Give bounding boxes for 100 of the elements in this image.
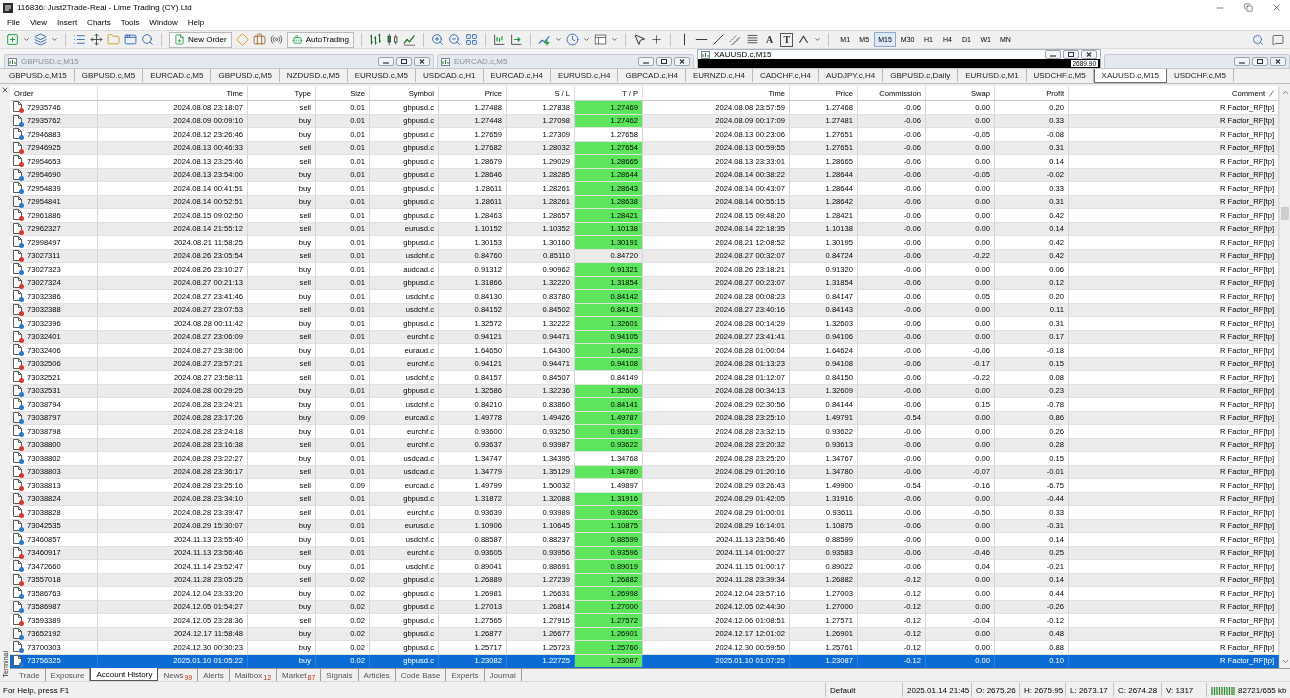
document-icon	[13, 249, 22, 261]
close-icon[interactable]	[1, 86, 9, 94]
panel-tab[interactable]: Experts	[446, 669, 485, 681]
chart-shift-icon[interactable]	[493, 33, 506, 46]
briefcase-icon[interactable]	[252, 33, 266, 46]
menu-item[interactable]: Charts	[82, 18, 116, 27]
caret-icon[interactable]	[583, 36, 590, 43]
restore-icon[interactable]	[1243, 3, 1253, 12]
panel-tab[interactable]: Journal	[484, 669, 522, 681]
chart-tab[interactable]: EURCAD.c,M5	[143, 69, 212, 82]
panel-tab[interactable]: Trade	[14, 669, 46, 681]
low-price: L: 2673.17	[1065, 683, 1113, 697]
window-icon[interactable]	[124, 33, 137, 46]
move-arrows-icon[interactable]	[90, 33, 103, 46]
candlestick-icon[interactable]	[386, 33, 399, 46]
crosshair-icon[interactable]	[650, 33, 663, 46]
scroll-up-icon[interactable]	[1280, 88, 1290, 97]
panel-tab[interactable]: Articles	[358, 669, 396, 681]
scrollbar-thumb[interactable]	[1281, 207, 1289, 220]
minimize-icon[interactable]	[1234, 57, 1250, 66]
chart-tab[interactable]: EURUSD.c,M1	[958, 69, 1027, 82]
text-tool-button[interactable]: T	[780, 32, 794, 47]
zoom-in-icon[interactable]	[431, 33, 444, 46]
panel-tab[interactable]: Alerts	[198, 669, 230, 681]
trendline-icon[interactable]	[712, 33, 725, 46]
caret-icon[interactable]	[814, 36, 822, 43]
template-icon[interactable]	[594, 33, 607, 46]
tile-windows-icon[interactable]	[465, 33, 478, 46]
chart-tab[interactable]: NZDUSD.c,M5	[279, 69, 348, 82]
new-order-button[interactable]: New Order	[169, 31, 232, 48]
chart-window-icon	[441, 57, 450, 66]
scrollbar[interactable]	[1279, 86, 1290, 668]
text-tool-button[interactable]: A	[763, 32, 777, 47]
cursor-icon[interactable]	[633, 33, 646, 46]
chart-tab[interactable]: GBPUSD.c,M5	[74, 69, 144, 82]
bar-chart-icon[interactable]	[369, 33, 382, 46]
close-icon[interactable]	[414, 57, 430, 66]
document-icon	[13, 614, 22, 626]
chart-tab[interactable]: GBPUSD.c,Daily	[883, 69, 959, 82]
arrow-marks-icon[interactable]	[797, 33, 811, 46]
chart-window-title: GBPUSD.c,M15	[21, 57, 79, 66]
maximize-icon[interactable]	[1063, 50, 1079, 59]
document-icon	[13, 641, 22, 653]
indicator-plus-icon[interactable]	[538, 33, 551, 46]
radio-waves-icon[interactable]	[269, 33, 283, 46]
chat-icon[interactable]	[1272, 33, 1284, 46]
close-icon[interactable]	[1270, 2, 1282, 13]
layers-icon[interactable]	[34, 33, 47, 46]
minimize-icon[interactable]	[1045, 50, 1061, 59]
document-icon	[13, 303, 22, 315]
chart-tab[interactable]: GBPUSD.c,M5	[211, 69, 280, 82]
caret-icon[interactable]	[23, 36, 30, 43]
close-icon[interactable]	[674, 57, 690, 66]
scroll-down-icon[interactable]	[1280, 657, 1290, 666]
autotrading-button[interactable]: AutoTrading	[286, 31, 354, 48]
close-icon[interactable]	[1081, 50, 1097, 59]
menu-item[interactable]: View	[24, 18, 53, 27]
magnifier-icon[interactable]	[141, 33, 154, 46]
fibonacci-icon[interactable]	[746, 33, 759, 46]
maximize-icon[interactable]	[396, 57, 412, 66]
chart-tab[interactable]: EURUSD.c,H4	[550, 69, 619, 82]
plus-square-icon[interactable]	[6, 33, 19, 46]
document-icon	[13, 627, 22, 639]
autoscroll-icon[interactable]	[510, 33, 523, 46]
menu-item[interactable]: File	[2, 18, 25, 27]
chart-tab[interactable]: EURUSD.c,M5	[347, 69, 417, 82]
menu-item[interactable]: Help	[182, 18, 210, 27]
chart-window-titlebar[interactable]: XAUUSD.c,M15	[697, 49, 1101, 59]
chart-tab[interactable]: XAUUSD.c,M15	[1093, 69, 1167, 83]
panel-tab[interactable]: Account History	[90, 668, 159, 681]
chart-tab[interactable]: USDCAD.c,H1	[416, 69, 484, 82]
chart-tab[interactable]: CADCHF.c,H4	[752, 69, 820, 82]
menu-item[interactable]: Tools	[115, 18, 145, 27]
chart-tab[interactable]: USDCHF.c,M5	[1166, 69, 1234, 82]
caret-icon[interactable]	[555, 36, 562, 43]
chart-tab[interactable]: EURCAD.c,H4	[483, 69, 551, 82]
panel-tab[interactable]: Signals	[321, 669, 359, 681]
maximize-icon[interactable]	[1252, 57, 1268, 66]
list-icon[interactable]	[73, 33, 86, 46]
chart-tab[interactable]: GBPUSD.c,M15	[2, 69, 75, 82]
minimize-icon[interactable]	[378, 57, 394, 66]
caret-icon[interactable]	[51, 36, 58, 43]
search-icon[interactable]	[1252, 33, 1264, 46]
panel-tab[interactable]: Code Base	[395, 669, 447, 681]
channel-icon[interactable]	[729, 33, 742, 46]
document-icon	[13, 155, 22, 167]
line-chart-icon[interactable]	[403, 33, 416, 46]
menu-item[interactable]: Insert	[52, 18, 83, 27]
chart-tab[interactable]: GBPCAD.c,H4	[618, 69, 686, 82]
chart-tab[interactable]: USDCHF.c,M5	[1026, 69, 1094, 82]
chart-tab[interactable]: EURNZD.c,H4	[685, 69, 753, 82]
clock-icon[interactable]	[566, 33, 579, 46]
zoom-out-icon[interactable]	[448, 33, 461, 46]
caret-icon[interactable]	[611, 36, 618, 43]
close-icon[interactable]	[1270, 57, 1286, 66]
chart-tab[interactable]: AUDJPY.c,H4	[819, 69, 884, 82]
volume: V: 1317	[1161, 683, 1206, 697]
minimize-icon[interactable]	[638, 57, 654, 66]
maximize-icon[interactable]	[656, 57, 672, 66]
menu-item[interactable]: Window	[144, 18, 183, 27]
